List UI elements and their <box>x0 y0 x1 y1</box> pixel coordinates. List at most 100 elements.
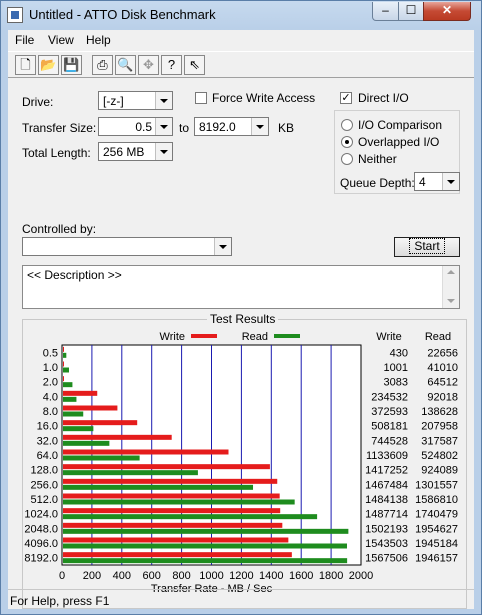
maximize-button[interactable]: ☐ <box>398 2 424 21</box>
category-label: 0.5 <box>43 347 58 359</box>
io-comparison-radio[interactable] <box>341 119 353 131</box>
write-value: 1487714 <box>365 509 408 521</box>
write-value: 1133609 <box>366 450 408 462</box>
read-value: 22656 <box>427 347 458 359</box>
start-button-label: Start <box>409 238 445 254</box>
write-bar <box>63 346 64 352</box>
write-bar <box>63 552 292 558</box>
save-icon[interactable]: 💾 <box>61 55 82 75</box>
transfer-from-select[interactable]: 0.5 <box>98 117 173 136</box>
neither-label: Neither <box>358 152 397 166</box>
category-label: 64.0 <box>37 450 58 462</box>
category-label: 1024.0 <box>24 509 58 521</box>
print-preview-icon[interactable]: 🔍 <box>115 55 136 75</box>
scroll-up-icon[interactable] <box>443 266 459 280</box>
category-label: 8.0 <box>43 406 58 418</box>
overlapped-io-radio[interactable] <box>341 136 353 148</box>
write-value: 744528 <box>371 435 408 447</box>
write-bar <box>63 508 281 514</box>
chevron-down-icon[interactable] <box>155 118 172 135</box>
x-tick-label: 1000 <box>199 570 223 582</box>
read-bar <box>63 396 77 402</box>
category-label: 8192.0 <box>24 553 58 565</box>
x-tick-label: 2000 <box>349 570 373 582</box>
close-button[interactable]: ✕ <box>423 2 471 21</box>
drive-select[interactable]: [-z-] <box>98 91 173 110</box>
write-value: 430 <box>390 347 408 359</box>
chevron-down-icon[interactable] <box>155 92 172 109</box>
write-value: 234532 <box>371 391 408 403</box>
vertical-scrollbar[interactable] <box>442 266 459 308</box>
app-icon <box>7 7 23 23</box>
write-bar <box>63 405 118 411</box>
menu-help[interactable]: Help <box>86 33 111 47</box>
queue-depth-value: 4 <box>419 175 426 189</box>
new-icon[interactable]: 🗋 <box>15 55 36 75</box>
write-bar <box>63 390 98 396</box>
description-box[interactable]: << Description >> <box>22 265 460 309</box>
write-bar <box>63 376 64 382</box>
chevron-down-icon[interactable] <box>251 118 268 135</box>
chevron-down-icon[interactable] <box>214 238 231 255</box>
read-bar <box>63 382 73 388</box>
category-label: 4096.0 <box>24 538 58 550</box>
legend-read-swatch <box>274 334 300 338</box>
title-bar[interactable]: Untitled - ATTO Disk Benchmark – ☐ ✕ <box>1 1 481 29</box>
category-label: 2048.0 <box>24 523 58 535</box>
context-help-icon[interactable]: ⇖ <box>184 55 205 75</box>
transfer-from-value: 0.5 <box>135 120 152 134</box>
queue-depth-select[interactable]: 4 <box>414 172 460 191</box>
open-icon[interactable]: 📂 <box>38 55 59 75</box>
transfer-to-select[interactable]: 8192.0 <box>194 117 269 136</box>
write-value: 1467484 <box>365 479 408 491</box>
read-value: 924089 <box>421 465 458 477</box>
write-value: 1543503 <box>365 538 408 550</box>
scroll-down-icon[interactable] <box>443 294 459 308</box>
results-chart: 0 200 400 600 800 1000 1200 1400 1600 1800 2000Tra… <box>24 331 458 595</box>
x-tick-label: 800 <box>172 570 190 582</box>
toolbar: 🗋 📂 💾 ⎙ 🔍 ✥ ? ⇖ <box>8 51 474 78</box>
column-header-read: Read <box>425 331 451 343</box>
controlled-by-select[interactable] <box>22 237 232 256</box>
write-bar <box>63 361 64 367</box>
total-length-label: Total Length: <box>22 146 91 160</box>
start-button[interactable]: Start <box>394 237 460 257</box>
force-write-checkbox[interactable] <box>195 92 207 104</box>
write-value: 1567506 <box>365 553 408 565</box>
read-bar <box>63 514 318 520</box>
chevron-down-icon[interactable] <box>442 173 459 190</box>
print-icon[interactable]: ⎙ <box>92 55 113 75</box>
read-value: 1586810 <box>415 494 458 506</box>
chevron-down-icon[interactable] <box>155 143 172 160</box>
total-length-select[interactable]: 256 MB <box>98 142 173 161</box>
write-bar <box>63 434 172 440</box>
client-area: File View Help 🗋 📂 💾 ⎙ 🔍 ✥ ? ⇖ Drive: [-… <box>8 30 474 609</box>
neither-radio[interactable] <box>341 153 353 165</box>
category-label: 16.0 <box>37 421 58 433</box>
column-header-write: Write <box>376 331 401 343</box>
menu-bar: File View Help <box>8 30 474 50</box>
queue-depth-label: Queue Depth: <box>340 176 415 190</box>
write-value: 1502193 <box>365 523 408 535</box>
status-bar: For Help, press F1 <box>8 589 474 609</box>
read-value: 207958 <box>421 421 458 433</box>
x-tick-label: 1400 <box>259 570 283 582</box>
read-value: 138628 <box>421 406 458 418</box>
write-bar <box>63 522 283 528</box>
kb-label: KB <box>278 121 295 135</box>
x-tick-label: 0 <box>59 570 65 582</box>
menu-view[interactable]: View <box>48 33 74 47</box>
move-icon[interactable]: ✥ <box>138 55 159 75</box>
category-label: 32.0 <box>37 435 58 447</box>
category-label: 512.0 <box>30 494 58 506</box>
read-value: 1740479 <box>415 509 458 521</box>
help-icon[interactable]: ? <box>161 55 182 75</box>
overlapped-io-label: Overlapped I/O <box>358 135 440 149</box>
read-value: 92018 <box>427 391 458 403</box>
write-value: 1484138 <box>365 494 408 506</box>
controlled-by-label: Controlled by: <box>22 222 97 236</box>
read-bar <box>63 367 69 373</box>
direct-io-checkbox[interactable]: ✓ <box>340 92 352 104</box>
minimize-button[interactable]: – <box>372 2 399 21</box>
menu-file[interactable]: File <box>15 33 34 47</box>
